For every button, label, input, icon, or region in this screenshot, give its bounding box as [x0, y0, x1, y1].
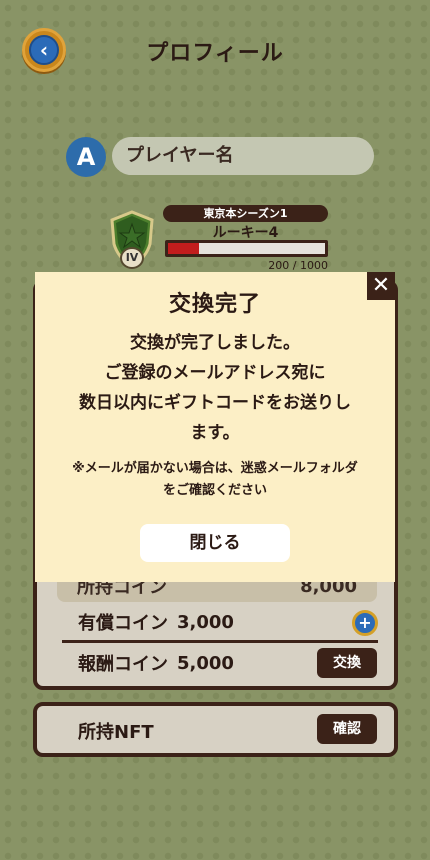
player-name-field[interactable]: プレイヤー名: [112, 137, 374, 175]
paid-coin-row: 有償コイン 3,000: [62, 604, 378, 640]
modal-close-button[interactable]: 閉じる: [140, 524, 290, 562]
paid-coin-label: 有償コイン: [78, 613, 168, 634]
add-coin-button[interactable]: +: [352, 610, 378, 636]
close-icon[interactable]: ✕: [367, 272, 395, 300]
exp-progress-fill: [168, 243, 200, 254]
player-avatar-badge: A: [66, 137, 106, 177]
exp-progress-bar: [165, 240, 328, 257]
coin-divider: [62, 640, 378, 643]
page-title: プロフィール: [146, 41, 284, 66]
confirm-nft-button[interactable]: 確認: [317, 714, 377, 744]
modal-message: 交換が完了しました。 ご登録のメールアドレス宛に 数日以内にギフトコードをお送り…: [79, 333, 351, 443]
exp-text: 200 / 1000: [268, 259, 328, 272]
reward-coin-label: 報酬コイン: [78, 654, 168, 675]
modal-note: ※メールが届かない場合は、迷惑メールフォルダ をご確認ください: [72, 461, 358, 498]
exchange-complete-modal: 交換完了 ✕ 交換が完了しました。 ご登録のメールアドレス宛に 数日以内にギフト…: [35, 272, 395, 582]
season-label: 東京本シーズン1: [163, 205, 328, 222]
paid-coin-value: 3,000: [177, 611, 234, 633]
exchange-button[interactable]: 交換: [317, 648, 377, 678]
modal-title: 交換完了: [168, 292, 261, 317]
rank-name: ルーキー4: [212, 225, 279, 241]
nft-label: 所持NFT: [78, 722, 154, 743]
reward-coin-value: 5,000: [177, 652, 234, 674]
rank-level-numeral: IV: [120, 247, 144, 269]
